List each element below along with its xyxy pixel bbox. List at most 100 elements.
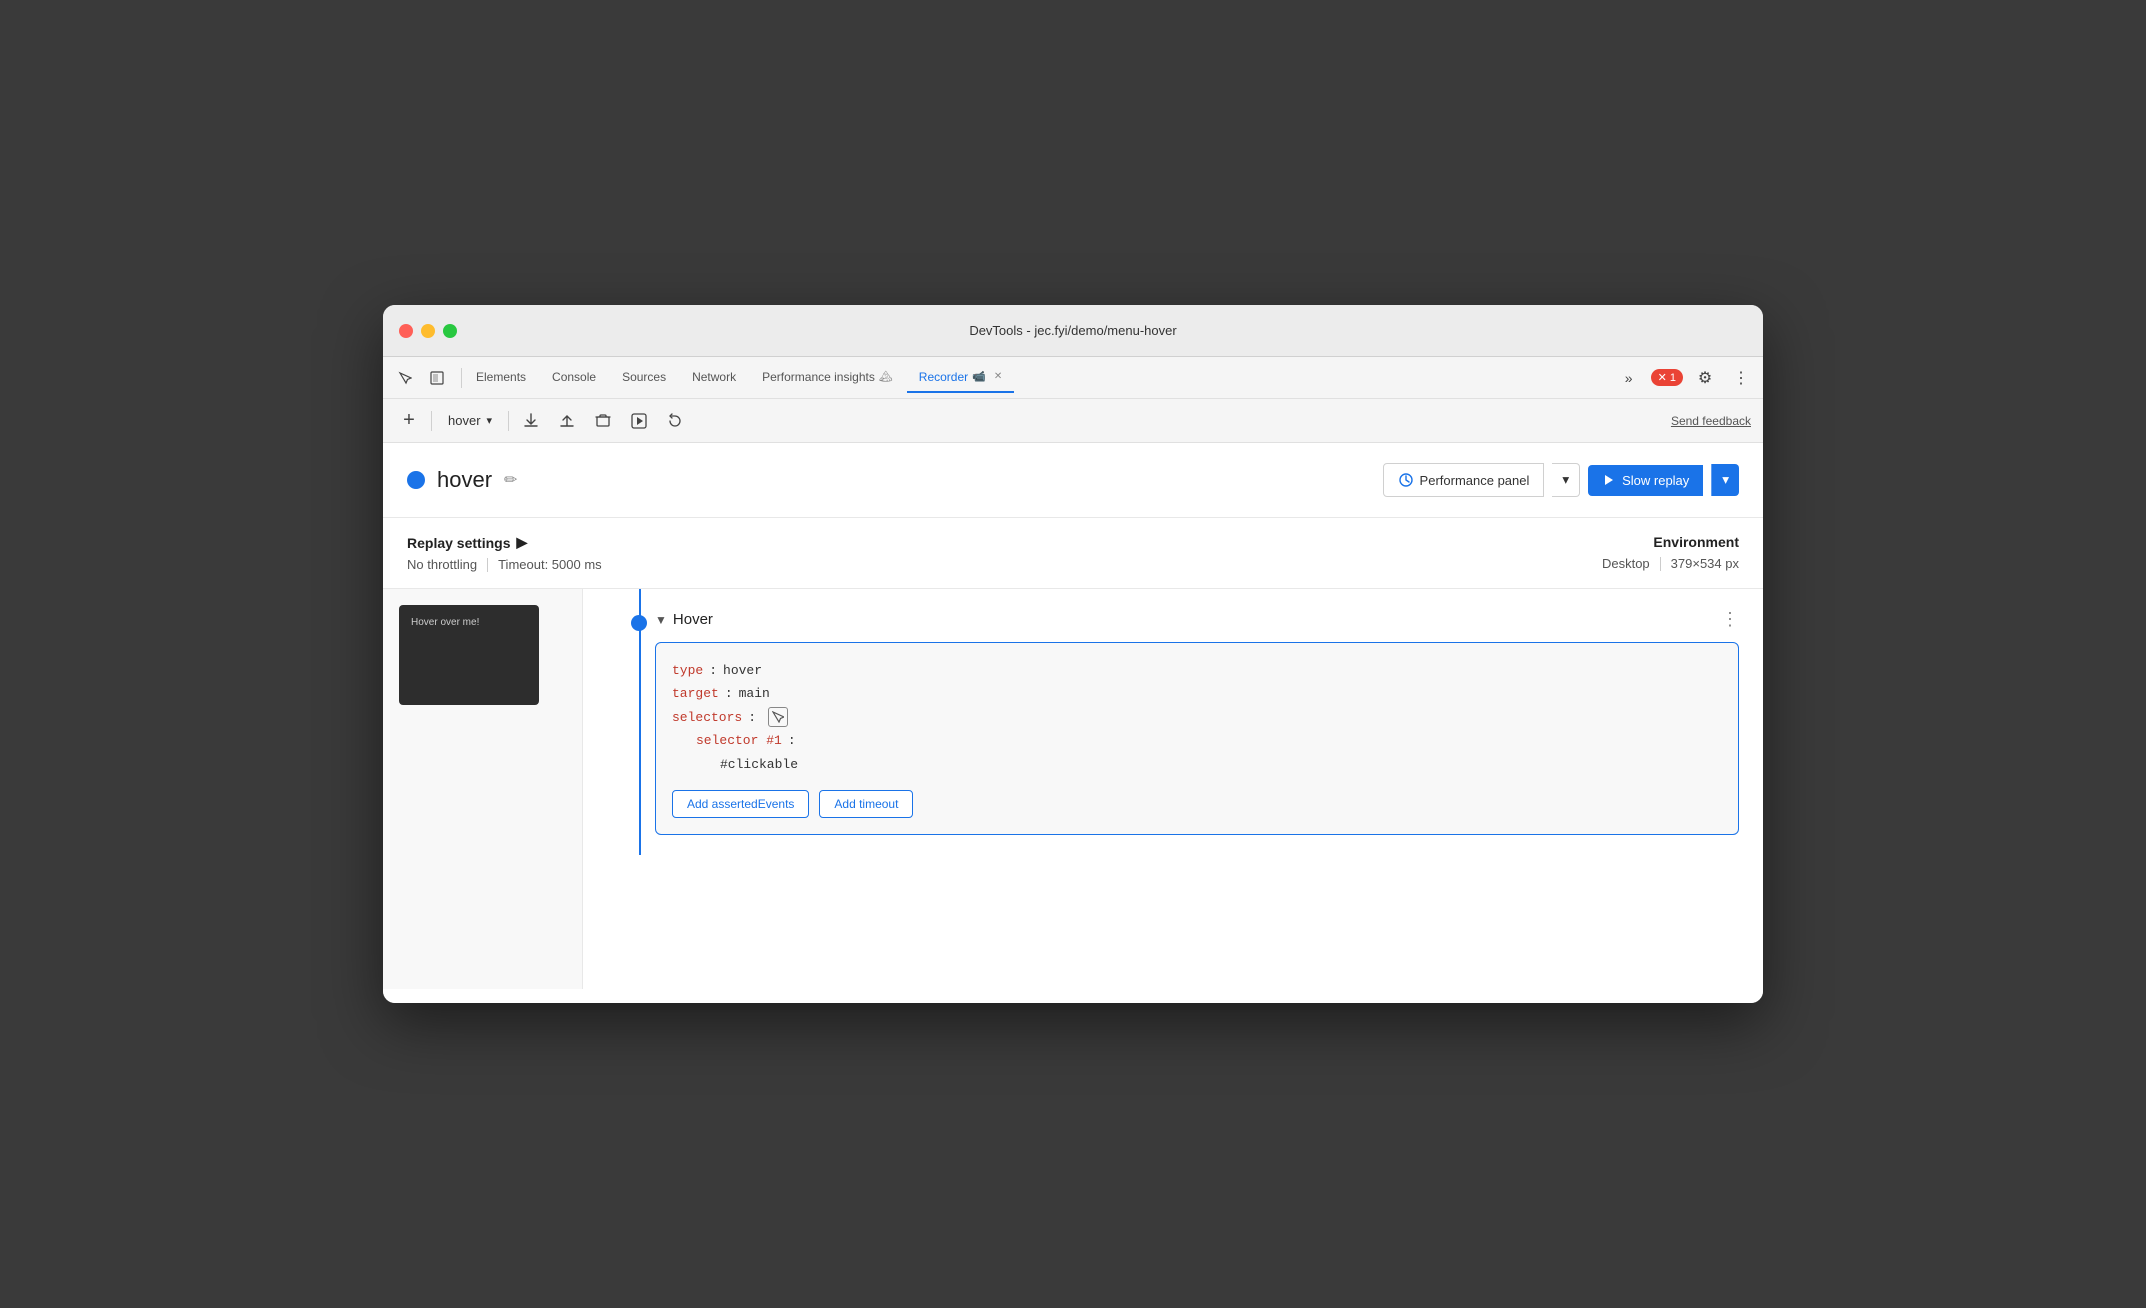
step-indicator-dot: [631, 615, 647, 631]
fullscreen-button[interactable]: [443, 324, 457, 338]
environment-type: Desktop: [1602, 556, 1650, 571]
settings-left: Replay settings ▶ No throttling Timeout:…: [407, 534, 602, 572]
import-button[interactable]: [553, 407, 581, 435]
more-menu-button[interactable]: ⋮: [1727, 364, 1755, 392]
tabs-right: » ✕ 1 ⚙ ⋮: [1615, 364, 1755, 392]
play-button[interactable]: [625, 407, 653, 435]
throttling-label: No throttling: [407, 557, 477, 572]
selectors-colon: :: [748, 706, 756, 729]
code-line-selector-num: selector #1 :: [672, 729, 1722, 752]
toolbar-divider-2: [508, 411, 509, 431]
traffic-lights: [399, 324, 457, 338]
add-recording-button[interactable]: +: [395, 407, 423, 435]
content-area: Hover over me! ▼ Hover: [383, 589, 1763, 989]
toolbar-divider-1: [431, 411, 432, 431]
environment-meta: Desktop 379×534 px: [1602, 556, 1739, 571]
tab-divider: [461, 368, 462, 388]
tabs-bar: Elements Console Sources Network Perform…: [383, 357, 1763, 399]
type-colon: :: [709, 659, 717, 682]
performance-icon: 🏔: [879, 370, 893, 383]
code-line-type: type : hover: [672, 659, 1722, 682]
recorder-icon: 📹: [972, 370, 986, 383]
step-collapse-icon[interactable]: ▼: [655, 613, 667, 627]
delete-button[interactable]: [589, 407, 617, 435]
step-timeline-container: ▼ Hover ⋮ type : hover: [583, 589, 1763, 855]
recording-name: hover: [437, 467, 492, 493]
target-key: target: [672, 682, 719, 705]
step-actions: Add assertedEvents Add timeout: [672, 790, 1722, 818]
more-dots-icon: ⋮: [1721, 609, 1739, 629]
step-more-button[interactable]: ⋮: [1721, 609, 1739, 630]
error-icon: ✕: [1658, 371, 1667, 384]
step-body: type : hover target : main selectors: [655, 642, 1739, 835]
step-header: ▼ Hover ⋮: [655, 609, 1739, 630]
send-feedback-button[interactable]: Send feedback: [1671, 414, 1751, 428]
type-key: type: [672, 659, 703, 682]
export-button[interactable]: [517, 407, 545, 435]
code-line-target: target : main: [672, 682, 1722, 705]
chevron-down-icon: ▾: [487, 414, 493, 427]
selector-num-key: selector #1: [696, 729, 782, 752]
code-line-selectors: selectors :: [672, 706, 1722, 729]
slow-replay-label: Slow replay: [1622, 473, 1689, 488]
close-button[interactable]: [399, 324, 413, 338]
performance-panel-dropdown[interactable]: ▾: [1552, 463, 1580, 497]
tab-recorder[interactable]: Recorder 📹 ✕: [907, 363, 1014, 393]
edit-name-icon[interactable]: ✏: [504, 470, 517, 490]
target-colon: :: [725, 682, 733, 705]
recording-status-dot: [407, 471, 425, 489]
toolbar-right: Send feedback: [1671, 412, 1751, 430]
preview-panel: Hover over me!: [383, 589, 583, 989]
main-area: hover ✏ Performance panel ▾ Slow replay …: [383, 443, 1763, 1003]
replay-settings-toggle[interactable]: Replay settings ▶: [407, 534, 602, 551]
window-title: DevTools - jec.fyi/demo/menu-hover: [969, 323, 1176, 338]
settings-section: Replay settings ▶ No throttling Timeout:…: [383, 518, 1763, 589]
selector-num-colon: :: [788, 729, 796, 752]
environment-label: Environment: [1602, 534, 1739, 550]
tab-icons: [391, 364, 451, 392]
tab-performance[interactable]: Performance insights 🏔: [750, 363, 905, 393]
minimize-button[interactable]: [421, 324, 435, 338]
selector-picker-icon[interactable]: [768, 707, 788, 727]
step-name: Hover: [673, 611, 713, 628]
more-tabs-button[interactable]: »: [1615, 364, 1643, 392]
add-asserted-events-button[interactable]: Add assertedEvents: [672, 790, 809, 818]
slow-replay-dropdown[interactable]: ▾: [1711, 464, 1739, 496]
settings-title-text: Replay settings: [407, 535, 510, 551]
error-badge: ✕ 1: [1651, 369, 1683, 386]
target-val: main: [739, 682, 770, 705]
performance-panel-button[interactable]: Performance panel: [1383, 463, 1545, 497]
settings-meta: No throttling Timeout: 5000 ms: [407, 557, 602, 572]
tab-console[interactable]: Console: [540, 363, 608, 393]
add-timeout-button[interactable]: Add timeout: [819, 790, 913, 818]
recorder-toolbar: + hover ▾ Send feedback: [383, 399, 1763, 443]
env-meta-divider: [1660, 557, 1661, 571]
recording-selector[interactable]: hover ▾: [440, 409, 500, 432]
performance-panel-label: Performance panel: [1420, 473, 1530, 488]
replay-button[interactable]: [661, 407, 689, 435]
inspector-icon[interactable]: [423, 364, 451, 392]
slow-replay-button[interactable]: Slow replay: [1588, 465, 1703, 496]
recorder-close-icon[interactable]: ✕: [994, 371, 1002, 382]
tab-elements[interactable]: Elements: [464, 363, 538, 393]
cursor-icon[interactable]: [391, 364, 419, 392]
hover-preview-text: Hover over me!: [411, 617, 479, 628]
code-line-selector-val: #clickable: [672, 753, 1722, 776]
settings-meta-divider: [487, 558, 488, 572]
settings-chevron-icon: ▶: [516, 534, 527, 551]
tab-network[interactable]: Network: [680, 363, 748, 393]
selector-val: #clickable: [720, 753, 798, 776]
settings-right: Environment Desktop 379×534 px: [1602, 534, 1739, 571]
recording-header: hover ✏ Performance panel ▾ Slow replay …: [383, 443, 1763, 518]
titlebar: DevTools - jec.fyi/demo/menu-hover: [383, 305, 1763, 357]
step-thumbnail: Hover over me!: [399, 605, 539, 705]
step-area: ▼ Hover ⋮ type : hover: [583, 589, 1763, 989]
header-right-actions: Performance panel ▾ Slow replay ▾: [1383, 463, 1739, 497]
type-val: hover: [723, 659, 762, 682]
step-content: ▼ Hover ⋮ type : hover: [655, 609, 1739, 835]
settings-button[interactable]: ⚙: [1691, 364, 1719, 392]
selectors-key: selectors: [672, 706, 742, 729]
tab-sources[interactable]: Sources: [610, 363, 678, 393]
devtools-window: DevTools - jec.fyi/demo/menu-hover Eleme…: [383, 305, 1763, 1003]
timeout-label: Timeout: 5000 ms: [498, 557, 602, 572]
